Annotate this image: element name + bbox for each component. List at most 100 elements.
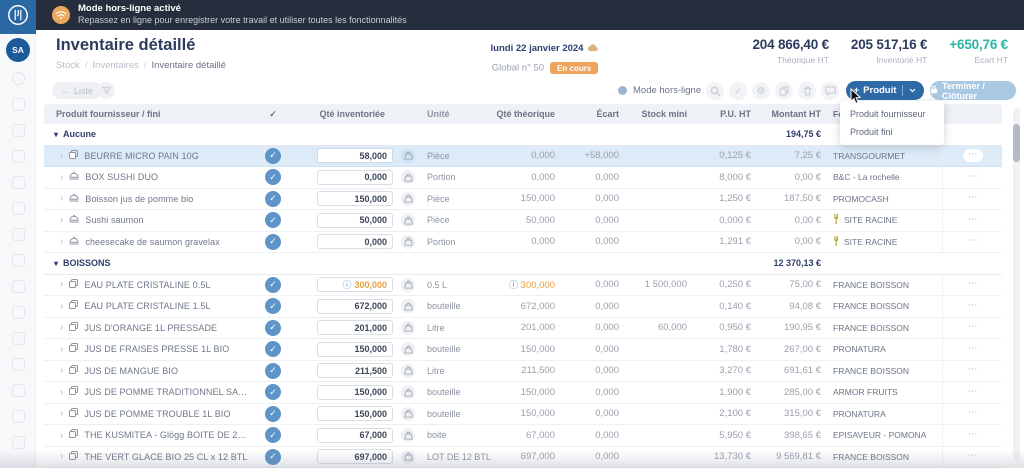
checked-toggle[interactable]: ✓ [265, 320, 281, 336]
cart-icon[interactable] [12, 436, 25, 449]
qty-input[interactable]: 697,000 [317, 449, 393, 464]
qty-input[interactable]: 672,000 [317, 299, 393, 314]
table-row[interactable]: ›Boisson jus de pomme bio✓150,000Pièce15… [44, 189, 1002, 211]
cash-register-icon[interactable] [12, 176, 25, 189]
row-menu-button[interactable]: ⋯ [963, 407, 983, 420]
search-icon[interactable] [12, 72, 25, 85]
scale-button[interactable] [401, 407, 415, 421]
row-menu-button[interactable]: ⋯ [963, 450, 983, 463]
row-menu-button[interactable]: ⋯ [963, 386, 983, 399]
row-menu-button[interactable]: ⋯ [963, 235, 983, 248]
chevron-right-icon[interactable]: › [60, 344, 63, 355]
chevron-right-icon[interactable]: › [60, 408, 63, 419]
breadcrumb-segment[interactable]: Stock [56, 60, 80, 71]
scale-button[interactable] [401, 278, 415, 292]
handshake-icon[interactable] [12, 228, 25, 241]
delete-button[interactable] [798, 82, 816, 100]
row-menu-button[interactable]: ⋯ [963, 278, 983, 291]
table-row[interactable]: ›JUS DE FRAISES PRESSE 1L BIO✓150,000bou… [44, 339, 1002, 361]
orders-icon[interactable] [12, 124, 25, 137]
checked-toggle[interactable]: ✓ [265, 427, 281, 443]
gift-icon[interactable] [12, 358, 25, 371]
table-row[interactable]: ›JUS DE MANGUE BIO✓211,500Litre211,5000,… [44, 361, 1002, 383]
table-row[interactable]: ›THE VERT GLACE BIO 25 CL x 12 BTL✓697,0… [44, 447, 1002, 468]
scale-button[interactable] [401, 364, 415, 378]
table-row[interactable]: ›BEURRE MICRO PAIN 10G✓58,000Pièce0,000+… [44, 146, 1002, 168]
app-logo[interactable] [0, 0, 36, 34]
table-row[interactable]: ›Sushi saumon✓50,000Pièce50,0000,0000,00… [44, 210, 1002, 232]
checked-toggle[interactable]: ✓ [265, 169, 281, 185]
scale-button[interactable] [401, 428, 415, 442]
table-row[interactable]: ›JUS DE POMME TROUBLE 1L BIO✓150,000bout… [44, 404, 1002, 426]
chevron-right-icon[interactable]: › [60, 430, 63, 441]
chevron-right-icon[interactable]: › [60, 172, 63, 183]
settings-button[interactable]: ⚙ [752, 82, 770, 100]
chevron-right-icon[interactable]: › [60, 279, 63, 290]
scale-button[interactable] [401, 342, 415, 356]
validate-button[interactable]: ✓ [729, 82, 747, 100]
table-row[interactable]: ›EAU PLATE CRISTALINE 0.5L✓ⓘ300,0000.5 L… [44, 275, 1002, 297]
scale-button[interactable] [401, 235, 415, 249]
checked-toggle[interactable]: ✓ [265, 212, 281, 228]
row-menu-button[interactable]: ⋯ [963, 149, 983, 162]
scale-button[interactable] [401, 321, 415, 335]
qty-input[interactable]: 0,000 [317, 170, 393, 185]
dropdown-item[interactable]: Produit fournisseur [840, 105, 944, 123]
documents-icon[interactable] [12, 150, 25, 163]
group-row[interactable]: ▾BOISSONS12 370,13 € [44, 253, 1002, 275]
qty-input[interactable]: 211,500 [317, 363, 393, 378]
table-row[interactable]: ›THE KUSMITEA - Glögg BOITE DE 20 SACHET… [44, 425, 1002, 447]
chevron-down-icon[interactable]: ▾ [54, 130, 58, 139]
chat-icon[interactable] [12, 98, 25, 111]
chevron-right-icon[interactable]: › [60, 451, 63, 462]
qty-input[interactable]: 58,000 [317, 148, 393, 163]
table-row[interactable]: ›JUS D'ORANGE 1L PRESSADE✓201,000Litre20… [44, 318, 1002, 340]
table-row[interactable]: ›cheesecake de saumon gravelax✓0,000Port… [44, 232, 1002, 254]
duplicate-button[interactable] [775, 82, 793, 100]
checked-toggle[interactable]: ✓ [265, 148, 281, 164]
filter-button[interactable] [98, 82, 115, 99]
table-row[interactable]: ›BOX SUSHI DUO✓0,000Portion0,0000,0008,0… [44, 167, 1002, 189]
chevron-down-icon[interactable]: ▾ [54, 259, 58, 268]
qty-input[interactable]: 67,000 [317, 428, 393, 443]
chevron-right-icon[interactable]: › [60, 193, 63, 204]
checked-toggle[interactable]: ✓ [265, 363, 281, 379]
clock-icon[interactable] [12, 332, 25, 345]
scale-button[interactable] [401, 213, 415, 227]
checked-toggle[interactable]: ✓ [265, 449, 281, 465]
vertical-scrollbar-thumb[interactable] [1013, 124, 1020, 162]
row-menu-button[interactable]: ⋯ [963, 321, 983, 334]
qty-input[interactable]: 201,000 [317, 320, 393, 335]
chevron-right-icon[interactable]: › [60, 150, 63, 161]
checked-toggle[interactable]: ✓ [265, 234, 281, 250]
qty-input[interactable]: ⓘ300,000 [317, 277, 393, 292]
qty-input[interactable]: 150,000 [317, 406, 393, 421]
checked-toggle[interactable]: ✓ [265, 191, 281, 207]
scale-button[interactable] [401, 170, 415, 184]
row-menu-button[interactable]: ⋯ [963, 171, 983, 184]
clipboard-icon[interactable] [12, 384, 25, 397]
breadcrumb-segment[interactable]: Inventaires [92, 60, 138, 71]
checked-toggle[interactable]: ✓ [265, 298, 281, 314]
row-menu-button[interactable]: ⋯ [963, 343, 983, 356]
chevron-down-icon[interactable] [909, 85, 916, 96]
checked-toggle[interactable]: ✓ [265, 341, 281, 357]
chef-hat-icon[interactable] [12, 280, 25, 293]
scale-button[interactable] [401, 450, 415, 464]
row-menu-button[interactable]: ⋯ [963, 429, 983, 442]
bell-icon[interactable] [12, 410, 25, 423]
package-icon[interactable] [12, 254, 25, 267]
qty-input[interactable]: 0,000 [317, 234, 393, 249]
scale-button[interactable] [401, 299, 415, 313]
delivery-icon[interactable] [12, 202, 25, 215]
user-avatar[interactable]: SA [6, 38, 30, 62]
offline-mode-toggle[interactable]: Mode hors-ligne ⓘ [618, 84, 716, 97]
checked-toggle[interactable]: ✓ [265, 406, 281, 422]
row-menu-button[interactable]: ⋯ [963, 364, 983, 377]
chevron-right-icon[interactable]: › [60, 236, 63, 247]
scale-button[interactable] [401, 149, 415, 163]
chevron-right-icon[interactable]: › [60, 387, 63, 398]
row-menu-button[interactable]: ⋯ [963, 214, 983, 227]
scale-button[interactable] [401, 385, 415, 399]
scale-button[interactable] [401, 192, 415, 206]
